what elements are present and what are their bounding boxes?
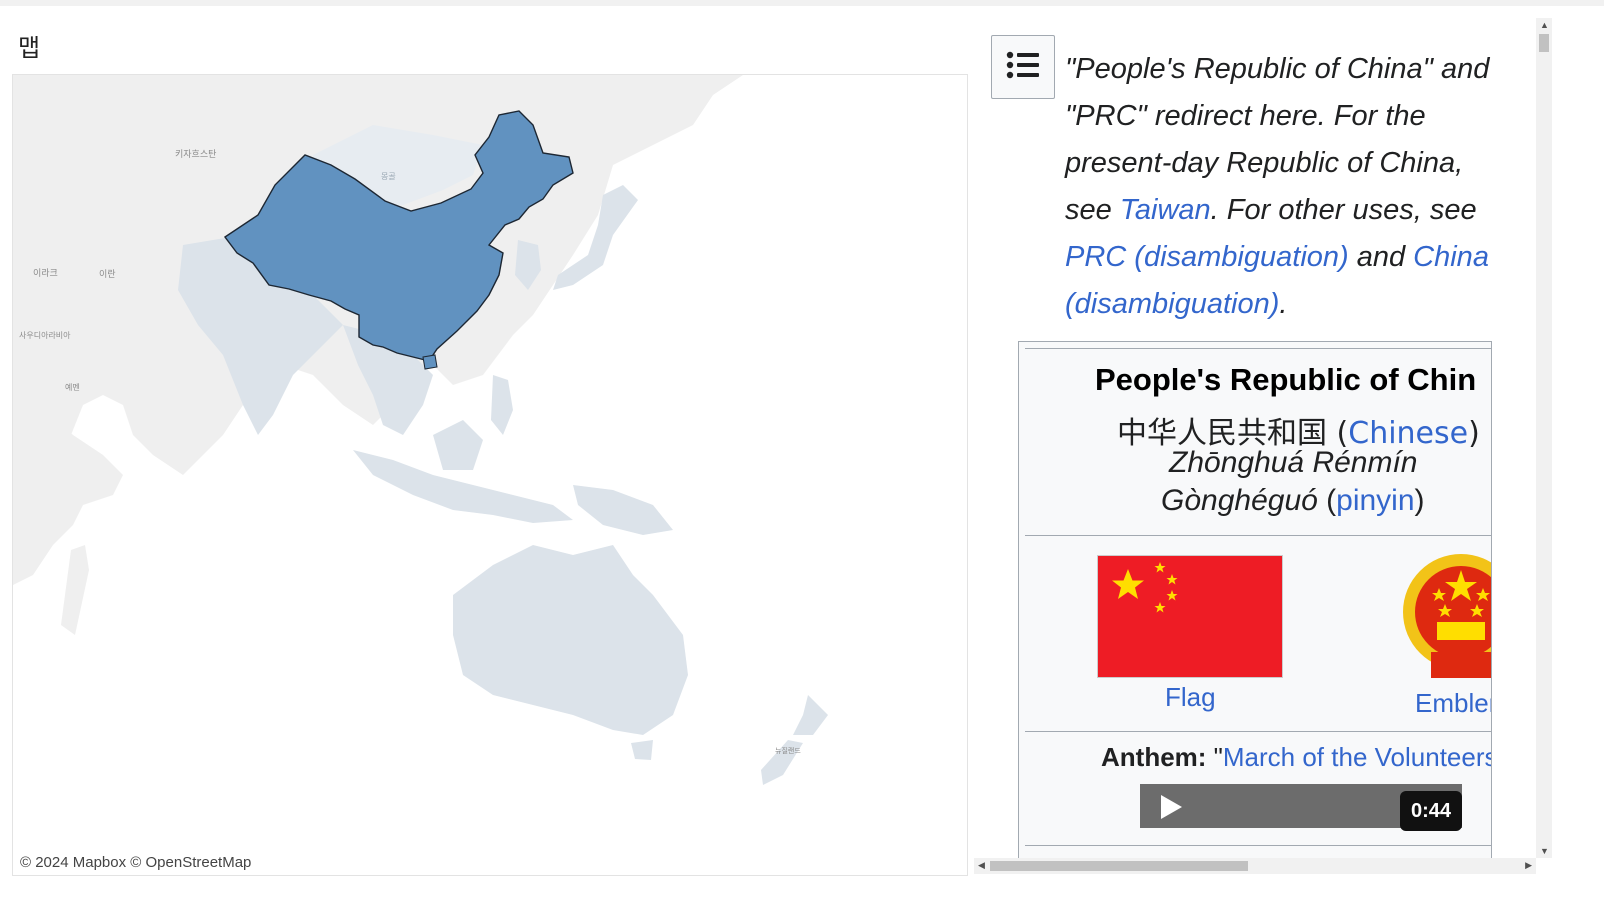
label-yemen: 예멘 [65,382,80,392]
pinyin-open: ( [1317,484,1337,517]
anthem-quote: " [1206,742,1223,772]
romanized-name-text: Gònghéguó [1161,484,1318,517]
anthem-link[interactable]: March of the Volunteers [1223,742,1491,772]
anthem-label: Anthem: [1101,742,1207,772]
horizontal-scrollbar[interactable]: ◀ ▶ [974,858,1536,874]
scroll-right-icon[interactable]: ▶ [1525,860,1532,871]
label-iraq: 이라크 [33,268,58,279]
label-saudi-arabia: 사우디아라비아 [19,330,71,340]
emblem-image[interactable] [1401,548,1491,684]
toc-button[interactable] [991,35,1055,99]
infobox-divider [1025,845,1491,846]
hatnote-text-4: . [1279,288,1288,320]
map-view[interactable]: 키자흐스탄 몽골 이라크 이란 사우디아라비아 예멘 뉴질랜드 © 2024 M… [12,74,968,876]
infobox-divider [1025,731,1491,732]
map-canvas[interactable]: 키자흐스탄 몽골 이라크 이란 사우디아라비아 예멘 뉴질랜드 [13,75,967,875]
infobox-divider [1025,348,1491,349]
hainan [422,354,438,370]
top-strip [0,0,1604,6]
romanized-name-line1: Zhōnghuá Rénmín [1169,446,1418,479]
audio-player[interactable]: 0:44 [1140,784,1462,831]
vertical-scrollbar[interactable]: ▲ ▼ [1536,18,1552,858]
hatnote-text-2: . For other uses, see [1210,194,1477,226]
infobox-divider [1025,535,1491,536]
list-icon [1006,48,1040,87]
infobox-title: People's Republic of Chin [1095,362,1477,397]
label-mongolia: 몽골 [381,172,396,181]
label-iran: 이란 [99,268,116,280]
label-kazakhstan: 키자흐스탄 [175,149,216,160]
scroll-up-icon[interactable]: ▲ [1540,20,1549,30]
map-title: 맵 [18,34,41,62]
hatnote-text-3: and [1348,241,1414,273]
pinyin-close: ) [1414,484,1425,517]
audio-duration: 0:44 [1400,791,1462,831]
wikipedia-panel: "People's Republic of China" and "PRC" r… [980,18,1532,858]
horizontal-scroll-thumb[interactable] [990,861,1248,871]
play-icon[interactable] [1158,794,1184,825]
anthem-row: Anthem: "March of the Volunteers [1101,742,1491,773]
pinyin-link[interactable]: pinyin [1336,484,1414,517]
flag-caption-link[interactable]: Flag [1165,682,1216,713]
romanized-name-line2: Gònghéguó (pinyin) [1161,484,1425,518]
map-attribution[interactable]: © 2024 Mapbox © OpenStreetMap [17,854,255,871]
native-name-close: ) [1468,416,1480,451]
prc-disambiguation-link[interactable]: PRC (disambiguation) [1065,241,1349,273]
scroll-down-icon[interactable]: ▼ [1540,846,1549,856]
taiwan-link[interactable]: Taiwan [1120,194,1211,226]
infobox: People's Republic of Chin 中华人民共和国 (Chine… [1018,341,1492,858]
vertical-scroll-thumb[interactable] [1539,34,1549,52]
label-new-zealand: 뉴질랜드 [775,746,801,755]
flag-image[interactable] [1097,555,1283,678]
scroll-left-icon[interactable]: ◀ [978,860,985,871]
emblem-caption-link[interactable]: Embler [1415,688,1491,719]
hatnote: "People's Republic of China" and "PRC" r… [1065,46,1505,328]
